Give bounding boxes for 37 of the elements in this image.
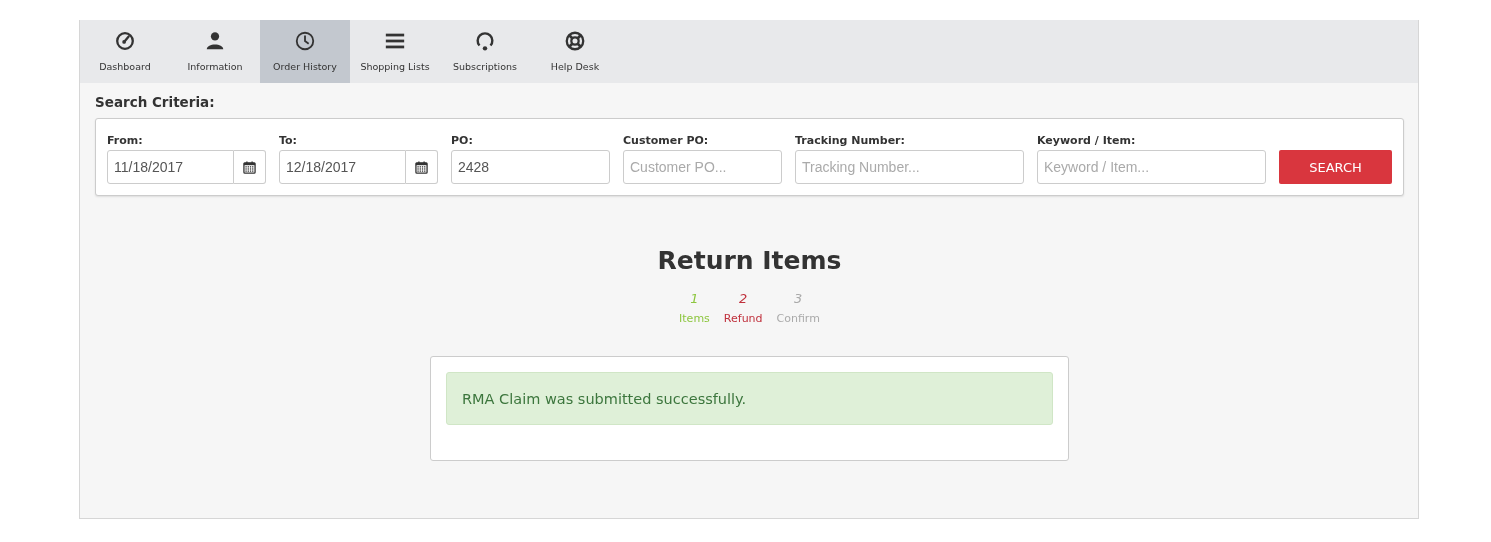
- nav-tab[interactable]: Order History: [260, 20, 350, 83]
- calendar-icon: [415, 160, 428, 174]
- field-label: Keyword / Item:: [1037, 134, 1136, 147]
- clock-icon: [294, 30, 316, 52]
- page-heading: Return Items: [657, 246, 842, 275]
- circular-arrow-icon: [474, 30, 496, 52]
- nav-tab[interactable]: Shopping Lists: [350, 20, 440, 83]
- step-label: Refund: [723, 312, 763, 325]
- field-label: PO:: [451, 134, 473, 147]
- gauge-icon: [114, 30, 136, 52]
- input-field[interactable]: Keyword / Item...: [1037, 150, 1266, 184]
- date-field[interactable]: 12/18/2017: [279, 150, 406, 184]
- nav-tab[interactable]: Information: [170, 20, 260, 83]
- step-number: 3: [794, 291, 803, 306]
- step-label: Items: [679, 312, 710, 325]
- calendar-button[interactable]: [406, 150, 438, 184]
- search-button[interactable]: SEARCH: [1279, 150, 1392, 184]
- calendar-button[interactable]: [234, 150, 266, 184]
- lifebuoy-icon: [564, 30, 586, 52]
- field-label: To:: [279, 134, 297, 147]
- field-label: Tracking Number:: [795, 134, 905, 147]
- section-title: Search Criteria:: [95, 94, 215, 110]
- input-field[interactable]: Customer PO...: [623, 150, 782, 184]
- date-field[interactable]: 11/18/2017: [107, 150, 234, 184]
- field-label: From:: [107, 134, 143, 147]
- nav-tab[interactable]: Help Desk: [530, 20, 620, 83]
- field-label: Customer PO:: [623, 134, 709, 147]
- step-number: 1: [690, 291, 699, 306]
- calendar-icon: [243, 160, 256, 174]
- person-icon: [204, 30, 226, 52]
- input-field[interactable]: 2428: [451, 150, 610, 184]
- nav-tab[interactable]: Subscriptions: [440, 20, 530, 83]
- step-label: Confirm: [776, 312, 820, 325]
- nav-tab[interactable]: Dashboard: [80, 20, 170, 83]
- success-alert: RMA Claim was submitted successfully.: [446, 372, 1053, 425]
- step-number: 2: [739, 291, 748, 306]
- input-field[interactable]: Tracking Number...: [795, 150, 1024, 184]
